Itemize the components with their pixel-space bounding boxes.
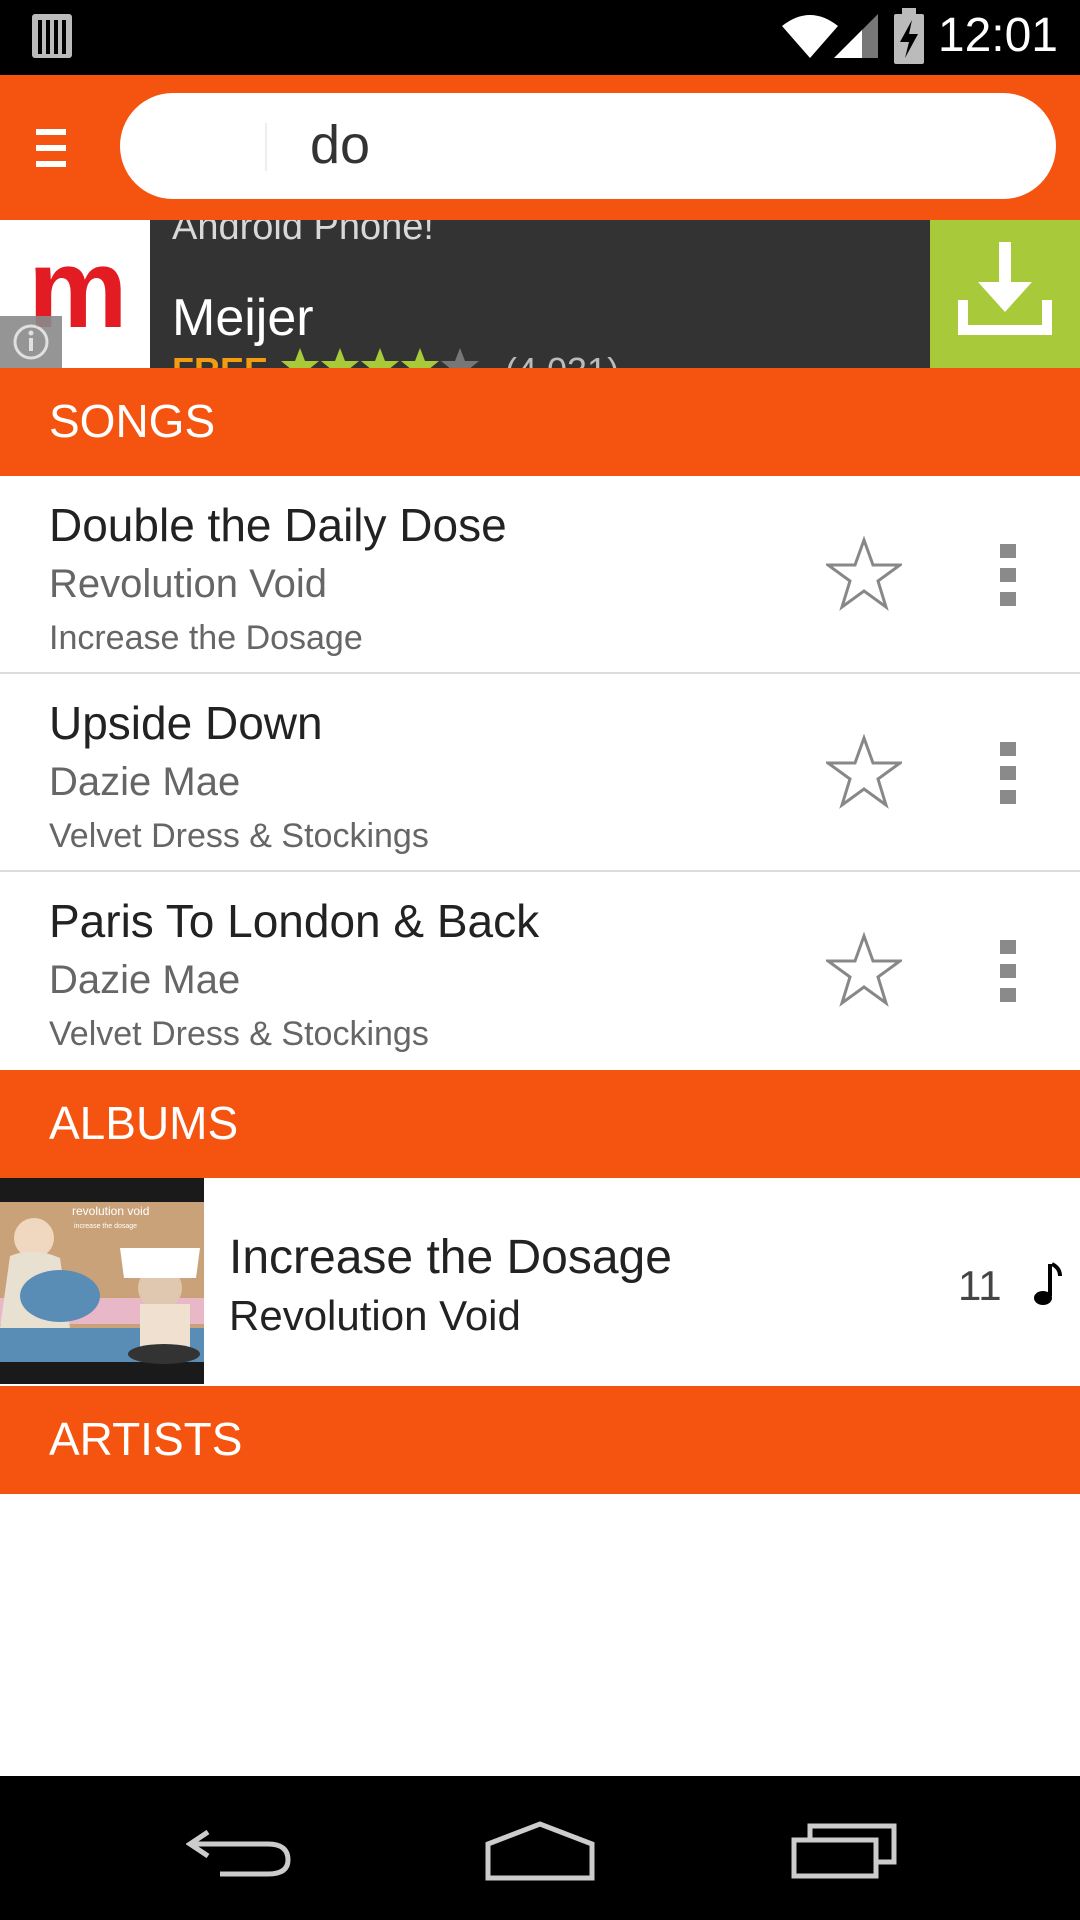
song-album: Velvet Dress & Stockings xyxy=(49,817,429,855)
song-row[interactable]: Upside Down Dazie Mae Velvet Dress & Sto… xyxy=(0,674,1080,872)
songs-section-header: SONGS xyxy=(0,368,1080,476)
song-artist: Revolution Void xyxy=(49,562,327,606)
album-art-title: revolution void xyxy=(72,1204,149,1218)
ad-app-name: Meijer xyxy=(172,289,314,347)
ad-rating-count: (4,031) xyxy=(505,350,619,368)
album-art-subtitle: increase the dosage xyxy=(74,1223,137,1230)
star-outline-icon[interactable] xyxy=(826,932,902,1008)
menu-button[interactable] xyxy=(18,115,88,185)
song-artist: Dazie Mae xyxy=(49,958,241,1002)
ad-info-button[interactable] xyxy=(0,316,62,368)
song-album: Increase the Dosage xyxy=(49,619,363,657)
signal-icon xyxy=(834,14,878,58)
star-outline-icon[interactable] xyxy=(826,536,902,612)
song-title: Upside Down xyxy=(49,697,323,749)
ad-price: FREE xyxy=(172,350,268,368)
song-artist: Dazie Mae xyxy=(49,760,241,804)
wifi-icon xyxy=(782,15,838,58)
album-art: revolution void increase the dosage xyxy=(0,1178,204,1384)
album-title: Increase the Dosage xyxy=(229,1231,672,1284)
search-divider xyxy=(265,123,267,171)
more-vert-icon[interactable] xyxy=(990,740,1026,806)
clock: 12:01 xyxy=(937,9,1058,62)
recents-icon[interactable] xyxy=(790,1820,900,1882)
album-artist: Revolution Void xyxy=(229,1292,521,1339)
search-input[interactable] xyxy=(310,115,950,175)
ad-download-button[interactable] xyxy=(930,220,1080,368)
song-row[interactable]: Paris To London & Back Dazie Mae Velvet … xyxy=(0,872,1080,1068)
search-box[interactable] xyxy=(120,93,1056,199)
more-vert-icon[interactable] xyxy=(990,542,1026,608)
song-row[interactable]: Double the Daily Dose Revolution Void In… xyxy=(0,476,1080,674)
albums-section-title: ALBUMS xyxy=(49,1097,239,1149)
ad-banner[interactable]: m Android Phone! Meijer FREE (4,031) xyxy=(0,220,1080,368)
notification-icon xyxy=(32,14,72,58)
ad-logo[interactable]: m xyxy=(0,220,150,368)
star-outline-icon[interactable] xyxy=(826,734,902,810)
song-album: Velvet Dress & Stockings xyxy=(49,1015,429,1053)
ad-rating-stars xyxy=(281,348,479,368)
artists-section-header: ARTISTS xyxy=(0,1386,1080,1494)
ad-tagline: Android Phone! xyxy=(172,220,434,248)
home-icon[interactable] xyxy=(484,1820,596,1882)
artists-section-title: ARTISTS xyxy=(49,1413,243,1465)
song-title: Paris To London & Back xyxy=(49,895,540,947)
albums-section-header: ALBUMS xyxy=(0,1070,1080,1178)
song-title: Double the Daily Dose xyxy=(49,499,507,551)
status-bar: 12:01 xyxy=(0,0,1080,75)
album-row[interactable]: revolution void increase the dosage Incr… xyxy=(0,1178,1080,1386)
back-icon[interactable] xyxy=(186,1822,296,1878)
navigation-bar xyxy=(0,1776,1080,1920)
toolbar xyxy=(0,75,1080,220)
download-icon xyxy=(958,242,1052,335)
album-track-count: 11 xyxy=(958,1262,1002,1309)
more-vert-icon[interactable] xyxy=(990,938,1026,1004)
info-icon xyxy=(13,324,49,360)
songs-section-title: SONGS xyxy=(49,395,216,447)
battery-icon xyxy=(894,8,924,64)
music-note-icon xyxy=(1034,1262,1062,1305)
menu-icon xyxy=(36,129,66,167)
